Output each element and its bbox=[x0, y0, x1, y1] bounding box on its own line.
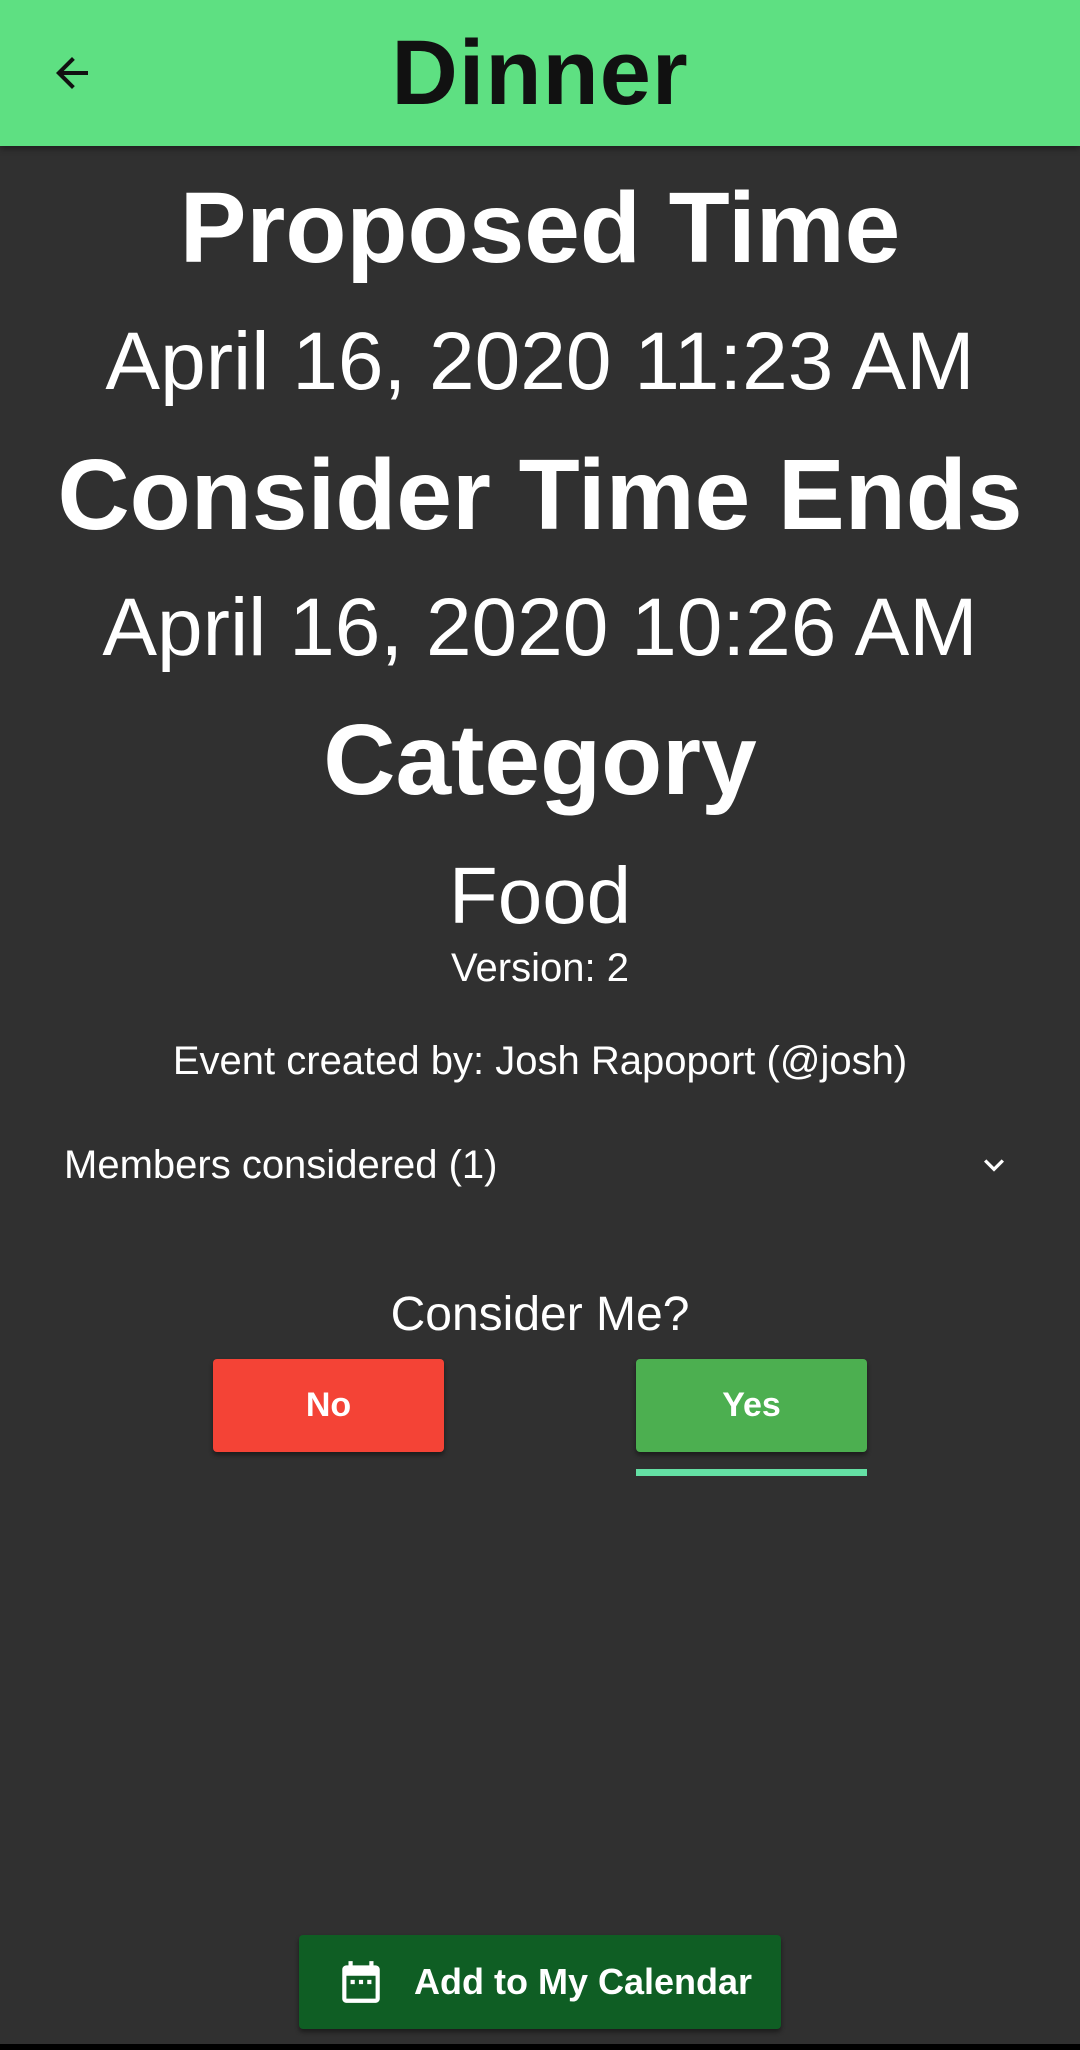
event-creator-text: Event created by: Josh Rapoport (@josh) bbox=[172, 1039, 908, 1083]
yes-button-label: Yes bbox=[722, 1386, 781, 1424]
no-button-label: No bbox=[305, 1386, 352, 1424]
category-heading: Category bbox=[323, 704, 757, 816]
consider-time-ends-heading: Consider Time Ends bbox=[57, 439, 1023, 551]
category-value: Food bbox=[448, 851, 632, 940]
add-to-calendar-label: Add to My Calendar bbox=[414, 1961, 753, 2002]
no-button[interactable]: No bbox=[213, 1359, 444, 1452]
consider-time-ends-value: April 16, 2020 10:26 AM bbox=[102, 582, 978, 673]
add-to-calendar-button[interactable]: Add to My Calendar bbox=[299, 1935, 781, 2029]
app-bar: Dinner bbox=[0, 0, 1080, 146]
version-text: Version: 2 bbox=[451, 946, 629, 990]
proposed-time-value: April 16, 2020 11:23 AM bbox=[105, 316, 975, 407]
consider-me-question: Consider Me? bbox=[390, 1288, 690, 1341]
chevron-down-icon bbox=[984, 1159, 1004, 1172]
members-considered-label: Members considered (1) bbox=[64, 1143, 498, 1187]
calendar-icon bbox=[342, 1961, 380, 2003]
page-title: Dinner bbox=[391, 22, 689, 124]
bottom-edge bbox=[0, 2044, 1080, 2050]
selected-indicator bbox=[636, 1469, 867, 1476]
proposed-time-heading: Proposed Time bbox=[179, 172, 901, 284]
yes-button[interactable]: Yes bbox=[636, 1359, 867, 1452]
members-considered-expander[interactable]: Members considered (1) bbox=[64, 1135, 1014, 1195]
